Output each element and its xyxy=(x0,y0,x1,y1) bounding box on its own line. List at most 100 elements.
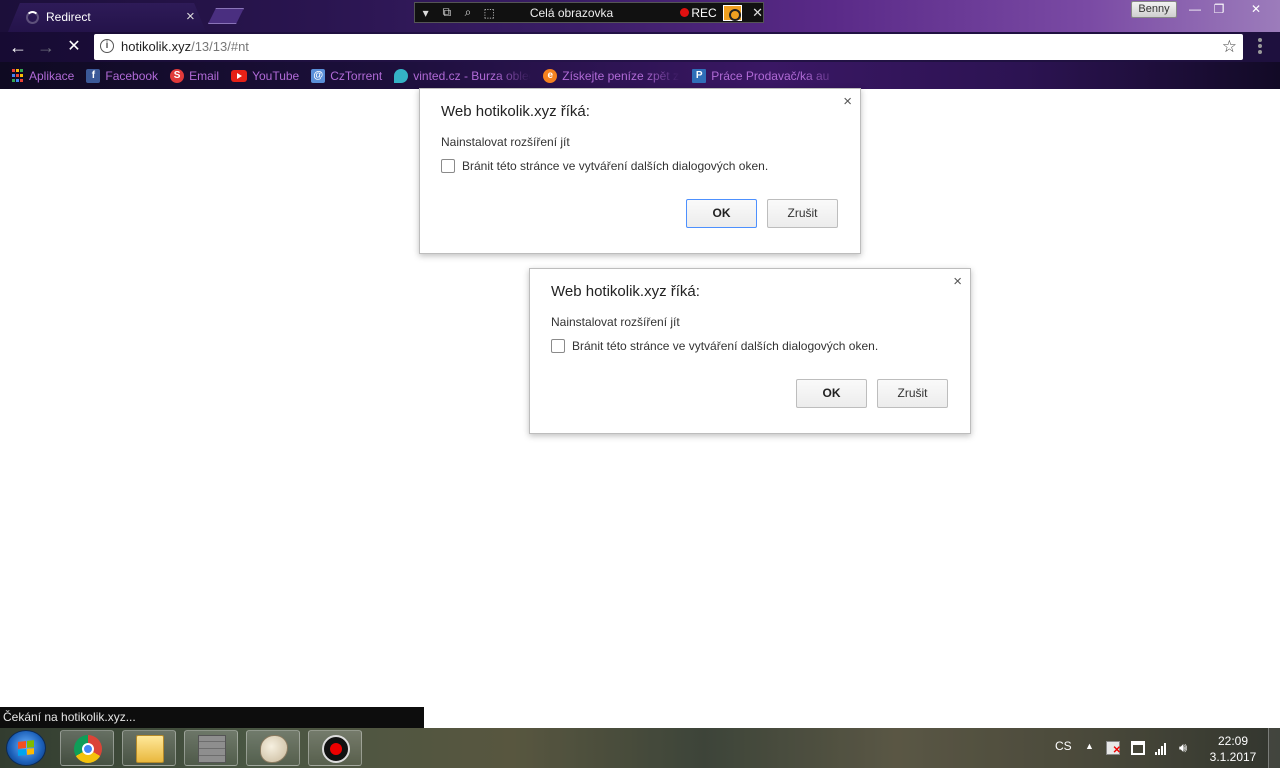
taskbar-chrome[interactable] xyxy=(60,730,114,766)
dialog-message: Nainstalovat rozšíření jít xyxy=(441,135,570,149)
bookmark-label: Email xyxy=(189,68,220,83)
suppress-dialogs-checkbox[interactable] xyxy=(551,339,565,353)
taskbar-firewall[interactable] xyxy=(184,730,238,766)
rec-button[interactable]: REC xyxy=(680,5,717,20)
ok-button[interactable]: OK xyxy=(796,379,867,408)
vinted-icon xyxy=(394,68,409,83)
action-center-flag-icon[interactable]: ✕ xyxy=(1106,741,1121,756)
bookmark-label: vinted.cz - Burza oblec xyxy=(413,68,532,83)
rec-label: REC xyxy=(691,5,717,20)
dialog-title: Web hotikolik.xyz říká: xyxy=(441,103,590,120)
bookmark-label: Facebook xyxy=(105,68,159,83)
network-signal-icon[interactable] xyxy=(1155,741,1169,755)
maximize-icon[interactable]: ❐ xyxy=(1208,1,1230,18)
file-explorer-icon xyxy=(136,735,164,763)
facebook-icon: f xyxy=(86,68,101,83)
bookmark-youtube[interactable]: YouTube xyxy=(231,69,299,83)
back-arrow-icon[interactable]: ← xyxy=(7,36,29,58)
battery-icon[interactable] xyxy=(1131,741,1145,755)
taskbar-clock[interactable]: 22:09 3.1.2017 xyxy=(1206,733,1260,765)
stop-loading-icon[interactable]: ✕ xyxy=(63,36,85,58)
recorder-close-icon[interactable]: ✕ xyxy=(752,5,763,21)
show-desktop-button[interactable] xyxy=(1268,728,1280,768)
taskbar-recorder[interactable] xyxy=(308,730,362,766)
show-hidden-icons-icon[interactable]: ▲ xyxy=(1085,741,1094,751)
tab-redirect[interactable]: Redirect × xyxy=(8,3,206,32)
recorder-icon xyxy=(322,735,350,763)
cashback-icon: e xyxy=(543,68,558,83)
site-info-icon[interactable]: i xyxy=(100,39,114,53)
profile-button[interactable]: Benny xyxy=(1131,1,1177,18)
camera-icon[interactable] xyxy=(722,4,743,21)
tab-title: Redirect xyxy=(46,10,91,24)
chrome-menu-icon[interactable] xyxy=(1258,38,1264,56)
clock-date: 3.1.2017 xyxy=(1209,750,1257,764)
bookmark-prace[interactable]: P Práce Prodavač/ka au xyxy=(692,68,843,83)
dialog-close-icon[interactable]: × xyxy=(843,93,852,110)
capture-mode-label: Celá obrazovka xyxy=(529,5,614,20)
alert-dialog-1: Web hotikolik.xyz říká: × Nainstalovat r… xyxy=(419,88,861,254)
email-icon: S xyxy=(170,68,185,83)
dropdown-arrow-icon[interactable]: ▾ xyxy=(415,6,436,20)
url-text[interactable]: hotikolik.xyz/13/13/#nt xyxy=(121,39,249,54)
record-dot-icon xyxy=(680,8,690,17)
new-tab-button[interactable] xyxy=(208,8,244,24)
bookmark-cztorrent[interactable]: @ CzTorrent xyxy=(311,68,383,83)
window-controls: — ❐ ✕ xyxy=(1184,1,1280,18)
clock-time: 22:09 xyxy=(1217,734,1249,748)
suppress-dialogs-row[interactable]: Bránit této stránce ve vytváření dalších… xyxy=(441,159,768,173)
cancel-button[interactable]: Zrušit xyxy=(877,379,948,408)
url-path: /13/13/#nt xyxy=(191,39,249,54)
language-indicator[interactable]: CS xyxy=(1055,739,1072,753)
bookmark-star-icon[interactable]: ☆ xyxy=(1222,37,1237,57)
apps-icon xyxy=(10,69,24,83)
bookmark-aplikace[interactable]: Aplikace xyxy=(10,69,74,83)
chrome-icon xyxy=(74,735,102,763)
taskbar-paint[interactable] xyxy=(246,730,300,766)
status-bubble: Čekání na hotikolik.xyz... xyxy=(0,707,424,728)
bookmark-label: YouTube xyxy=(252,68,300,83)
bookmark-label: CzTorrent xyxy=(330,68,383,83)
volume-icon[interactable]: 🔊︎ xyxy=(1179,741,1193,755)
youtube-icon xyxy=(231,69,248,82)
bookmark-facebook[interactable]: f Facebook xyxy=(86,68,159,83)
dialog-title: Web hotikolik.xyz říká: xyxy=(551,283,700,300)
suppress-dialogs-checkbox[interactable] xyxy=(441,159,455,173)
taskbar: CS ▲ ✕ 🔊︎ 22:09 3.1.2017 xyxy=(0,728,1280,768)
url-host: hotikolik.xyz xyxy=(121,39,192,54)
minimize-icon[interactable]: — xyxy=(1184,1,1206,18)
windows-icon[interactable]: ⧉ xyxy=(436,5,457,20)
tab-close-icon[interactable]: × xyxy=(186,8,195,25)
dialog-close-icon[interactable]: × xyxy=(953,273,962,290)
suppress-dialogs-label[interactable]: Bránit této stránce ve vytváření dalších… xyxy=(462,159,768,173)
region-select-icon[interactable]: ⬚ xyxy=(479,6,500,20)
title-bar: Redirect × ▾ ⧉ ⌕ ⬚ Celá obrazovka REC ✕ … xyxy=(0,0,1280,32)
bookmark-label: Práce Prodavač/ka au xyxy=(711,68,830,83)
cancel-button[interactable]: Zrušit xyxy=(767,199,838,228)
suppress-dialogs-row[interactable]: Bránit této stránce ve vytváření dalších… xyxy=(551,339,878,353)
firewall-icon xyxy=(198,735,226,763)
start-button[interactable] xyxy=(6,730,46,766)
alert-dialog-2: Web hotikolik.xyz říká: × Nainstalovat r… xyxy=(529,268,971,434)
cztorrent-icon: @ xyxy=(311,68,326,83)
address-bar[interactable]: i hotikolik.xyz/13/13/#nt ☆ xyxy=(94,34,1243,60)
windows-logo-icon xyxy=(18,740,34,756)
bookmarks-bar: Aplikace f Facebook S Email YouTube @ Cz… xyxy=(0,62,1280,89)
window-close-icon[interactable]: ✕ xyxy=(1232,1,1280,18)
zoom-icon[interactable]: ⌕ xyxy=(457,5,478,20)
taskbar-file-explorer[interactable] xyxy=(122,730,176,766)
loading-spinner-icon xyxy=(26,11,39,24)
prace-icon: P xyxy=(692,68,707,83)
ok-button[interactable]: OK xyxy=(686,199,757,228)
browser-toolbar: ← → ✕ i hotikolik.xyz/13/13/#nt ☆ xyxy=(0,32,1280,62)
bookmark-vinted[interactable]: vinted.cz - Burza oblec xyxy=(394,68,532,83)
recorder-toolbar: ▾ ⧉ ⌕ ⬚ Celá obrazovka REC ✕ xyxy=(414,2,764,23)
bookmark-cashback[interactable]: e Získejte peníze zpět z xyxy=(543,68,680,83)
dialog-message: Nainstalovat rozšíření jít xyxy=(551,315,680,329)
paint-icon xyxy=(260,735,288,763)
bookmark-label: Aplikace xyxy=(29,68,75,83)
suppress-dialogs-label[interactable]: Bránit této stránce ve vytváření dalších… xyxy=(572,339,878,353)
forward-arrow-icon[interactable]: → xyxy=(35,36,57,58)
bookmark-email[interactable]: S Email xyxy=(170,68,220,83)
bookmark-label: Získejte peníze zpět z xyxy=(562,68,679,83)
